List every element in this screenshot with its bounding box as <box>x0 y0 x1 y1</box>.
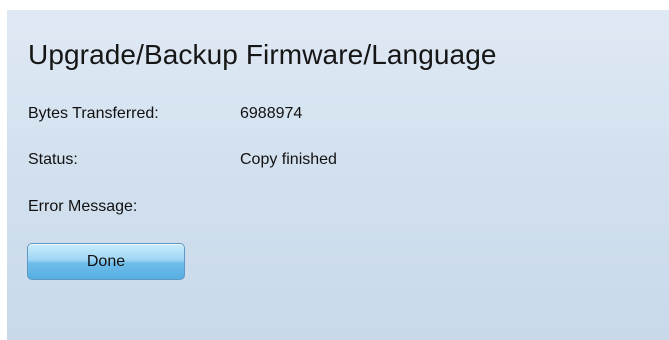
upgrade-status-panel: Upgrade/Backup Firmware/Language Bytes T… <box>7 10 669 340</box>
done-button[interactable]: Done <box>27 243 185 280</box>
status-value: Copy finished <box>240 151 337 168</box>
bytes-transferred-value: 6988974 <box>240 105 303 122</box>
status-label: Status: <box>28 151 78 168</box>
page-title: Upgrade/Backup Firmware/Language <box>28 39 497 70</box>
bytes-transferred-label: Bytes Transferred: <box>28 105 159 122</box>
error-message-label: Error Message: <box>28 198 138 215</box>
